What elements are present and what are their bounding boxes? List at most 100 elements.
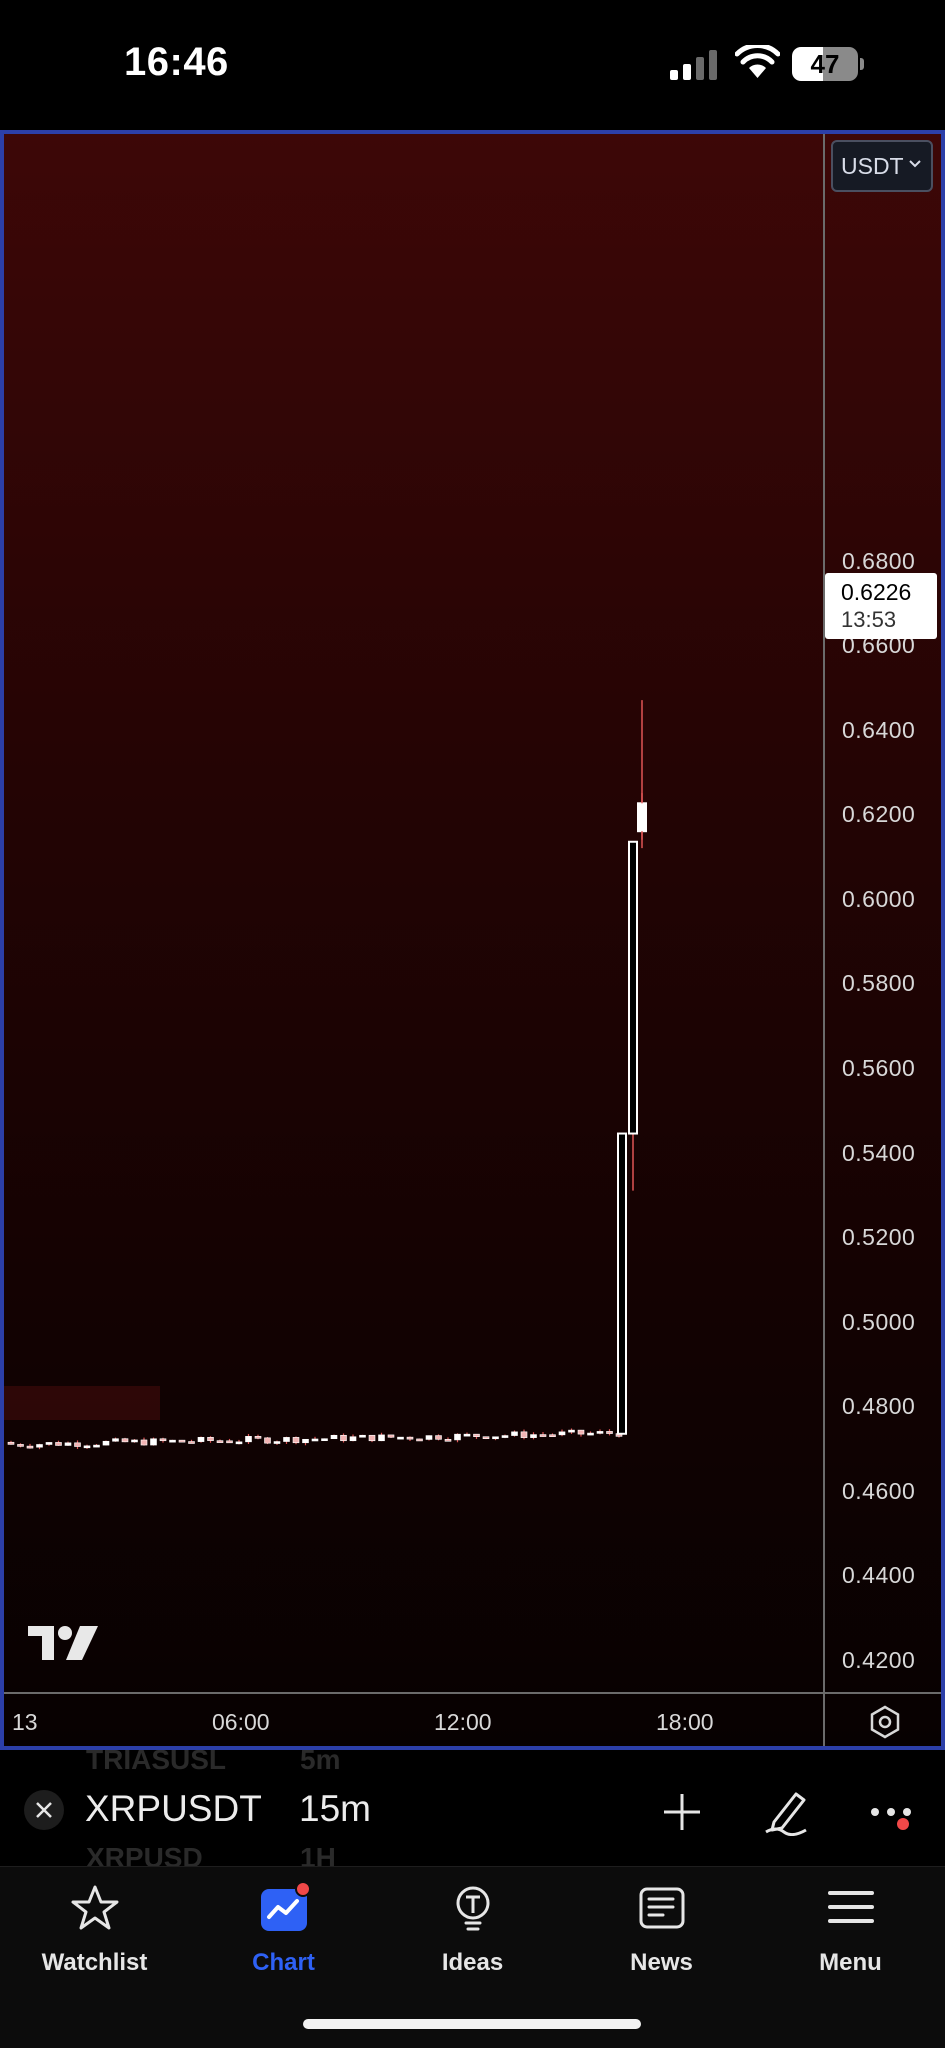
candle	[482, 1436, 490, 1440]
candle	[169, 1439, 176, 1443]
chart-panel[interactable]: 0.6800 0.6600 0.6400 0.6200 0.6000 0.5800 0.56…	[0, 130, 945, 1750]
chart-settings-icon[interactable]	[868, 1705, 902, 1739]
chevron-down-icon	[909, 160, 921, 168]
tab-ideas[interactable]: Ideas	[378, 1867, 567, 1997]
tab-chart[interactable]: Chart	[189, 1867, 378, 1997]
candle	[435, 1434, 442, 1441]
ghost-symbol-below: XRPUSD	[86, 1842, 203, 1866]
battery-level: 47	[810, 49, 840, 79]
tab-label: Menu	[819, 1949, 882, 1976]
candle	[150, 1437, 157, 1446]
tab-label: Ideas	[441, 1949, 504, 1976]
candle	[36, 1443, 43, 1450]
candle	[568, 1428, 575, 1434]
ghost-symbol-above: TRIASUSL	[86, 1750, 226, 1775]
candle	[530, 1432, 537, 1440]
tab-watchlist[interactable]: Watchlist	[0, 1867, 189, 1997]
currency-selector[interactable]: USDT	[831, 140, 933, 192]
candle	[245, 1433, 252, 1445]
wifi-icon	[735, 45, 780, 78]
candle	[226, 1438, 233, 1444]
ghost-interval-below: 1H	[300, 1842, 336, 1866]
candle	[425, 1435, 433, 1441]
candle	[587, 1431, 594, 1436]
home-indicator	[303, 2019, 641, 2029]
candle	[416, 1438, 423, 1442]
newspaper-icon	[639, 1887, 685, 1929]
candle	[83, 1444, 91, 1449]
chart-icon	[261, 1883, 309, 1931]
candle	[93, 1444, 100, 1448]
price-tick-label: 0.4400	[842, 1562, 916, 1589]
candle	[102, 1440, 110, 1446]
currency-selector-label: USDT	[841, 153, 904, 179]
tab-news[interactable]: News	[567, 1867, 756, 1997]
candle	[359, 1434, 366, 1438]
candle	[406, 1436, 414, 1441]
close-icon	[36, 1802, 52, 1818]
candle	[131, 1439, 138, 1443]
candle	[254, 1434, 262, 1440]
candle	[321, 1438, 328, 1442]
drawing-tools-button[interactable]	[762, 1786, 812, 1836]
candle	[273, 1440, 281, 1445]
last-price-value: 0.6226	[841, 579, 912, 605]
candle	[520, 1429, 528, 1440]
ghost-interval-above: 5m	[300, 1750, 341, 1775]
candle	[378, 1432, 385, 1442]
candlestick-plot[interactable]	[4, 134, 941, 1750]
price-tick-label: 0.4600	[842, 1477, 916, 1504]
price-tick-label: 0.6400	[842, 716, 916, 743]
candle	[17, 1443, 24, 1448]
candle	[235, 1439, 243, 1445]
candle	[387, 1434, 395, 1438]
price-tick-label: 0.4800	[842, 1393, 916, 1420]
candle	[74, 1440, 81, 1449]
interval-selector[interactable]: 15m	[299, 1788, 371, 1830]
current-candle	[638, 803, 647, 832]
candle	[188, 1439, 195, 1444]
price-tick-label: 0.6000	[842, 885, 916, 912]
candle	[501, 1434, 509, 1439]
symbol-bar: TRIASUSL 5m XRPUSDT 15m XRPUSD 1H	[0, 1750, 945, 1866]
candle	[558, 1429, 566, 1437]
symbol-name[interactable]: XRPUSDT	[85, 1788, 262, 1830]
tab-label: News	[630, 1949, 693, 1976]
more-options-button[interactable]	[868, 1794, 918, 1834]
breakout-candle	[628, 840, 638, 1191]
candle	[64, 1441, 72, 1446]
candle	[549, 1433, 556, 1438]
price-tick-label: 0.4200	[842, 1647, 916, 1673]
candle	[26, 1443, 34, 1449]
tab-label: Chart	[252, 1949, 315, 1976]
time-tick-label: 13	[12, 1709, 38, 1735]
status-time: 16:46	[124, 40, 229, 84]
candle	[7, 1440, 15, 1445]
candle	[140, 1437, 148, 1446]
candle	[340, 1433, 347, 1443]
candle	[492, 1436, 499, 1441]
battery-icon: 47	[792, 47, 864, 81]
candle	[197, 1436, 205, 1443]
candle	[444, 1437, 452, 1442]
tab-menu[interactable]: Menu	[756, 1867, 945, 1997]
price-tick-label: 0.5400	[842, 1139, 916, 1166]
candle	[330, 1434, 338, 1440]
candle	[112, 1437, 119, 1442]
close-symbol-button[interactable]	[24, 1790, 64, 1830]
candle	[292, 1436, 300, 1445]
candle	[302, 1438, 309, 1446]
candle	[283, 1436, 290, 1444]
add-indicator-button[interactable]	[660, 1790, 704, 1834]
candle	[216, 1439, 224, 1443]
candle	[45, 1442, 53, 1446]
time-tick-label: 12:00	[434, 1709, 492, 1735]
hamburger-menu-icon	[828, 1891, 874, 1923]
candle	[207, 1436, 214, 1443]
candle	[264, 1437, 271, 1445]
tradingview-logo-icon[interactable]	[28, 1622, 98, 1662]
candle	[596, 1429, 604, 1435]
candle	[454, 1433, 461, 1443]
candle	[178, 1439, 186, 1443]
time-tick-label: 06:00	[212, 1709, 270, 1735]
